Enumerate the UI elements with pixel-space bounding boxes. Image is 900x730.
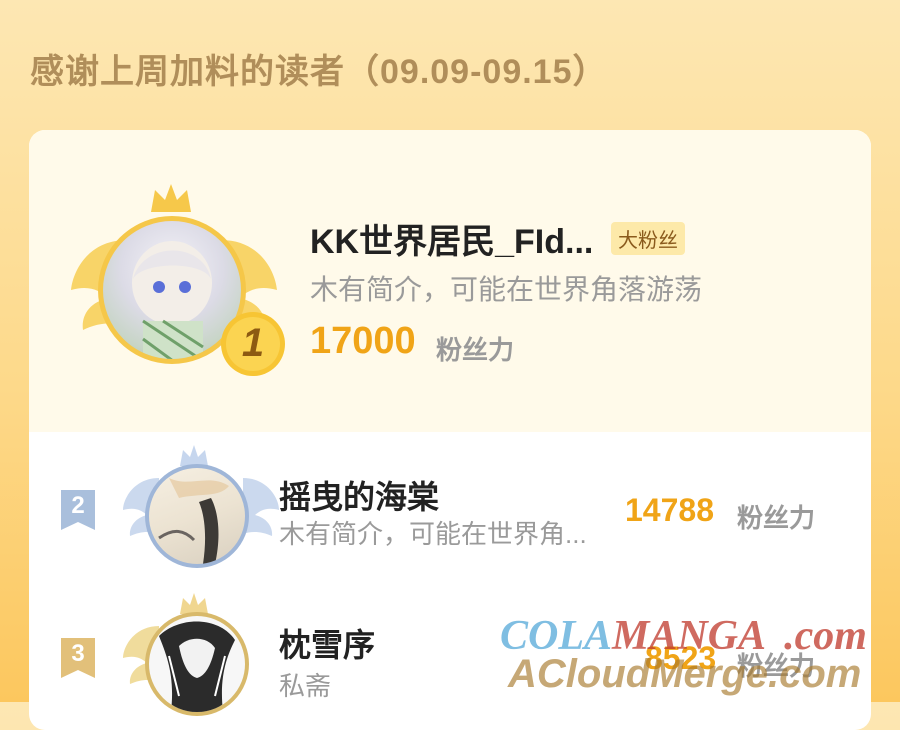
rank-2-score: 14788 <box>625 492 714 528</box>
rank-3-number: 3 <box>71 640 85 667</box>
avatar[interactable] <box>145 464 249 568</box>
rank-1-score-unit: 粉丝力 <box>436 335 515 365</box>
rank-3-name[interactable]: 枕雪序 <box>279 620 375 666</box>
rank-1-avatar-frame: 1 <box>69 180 285 380</box>
rank-2-number: 2 <box>71 492 85 519</box>
ranking-card: 1 KK世界居民_FId... 大粉丝 木有简介，可能在世界角落游荡 17000… <box>29 130 871 730</box>
rank-3-score-unit: 粉丝力 <box>737 651 816 681</box>
rank-1-section[interactable]: 1 KK世界居民_FId... 大粉丝 木有简介，可能在世界角落游荡 17000… <box>29 130 871 432</box>
page-title: 感谢上周加料的读者（09.09-09.15） <box>30 53 608 91</box>
rank-3-row[interactable]: 3 枕雪序 私斋 8523 粉丝力 <box>29 592 871 730</box>
rank-1-name[interactable]: KK世界居民_FId... <box>310 214 593 263</box>
avatar-image <box>158 478 229 564</box>
rank-3-intro: 私斋 <box>279 671 332 701</box>
rank-3-score: 8523 <box>645 640 717 676</box>
rank-1-number: 1 <box>241 321 265 365</box>
avatar-image <box>159 621 235 712</box>
avatar[interactable] <box>145 612 249 716</box>
rank-1-intro: 木有简介，可能在世界角落游荡 <box>310 274 703 305</box>
rank-2-intro: 木有简介，可能在世界角... <box>279 519 587 549</box>
rank-2-row[interactable]: 2 摇曳的海棠 木有简介，可能在世界角... 14788 粉丝力 <box>29 432 871 592</box>
rank-2-name[interactable]: 摇曳的海棠 <box>279 472 439 518</box>
rank-2-score-unit: 粉丝力 <box>737 503 816 533</box>
crown-icon <box>151 184 191 212</box>
rank-1-score: 17000 <box>310 320 416 362</box>
fan-level-badge: 大粉丝 <box>611 222 685 255</box>
